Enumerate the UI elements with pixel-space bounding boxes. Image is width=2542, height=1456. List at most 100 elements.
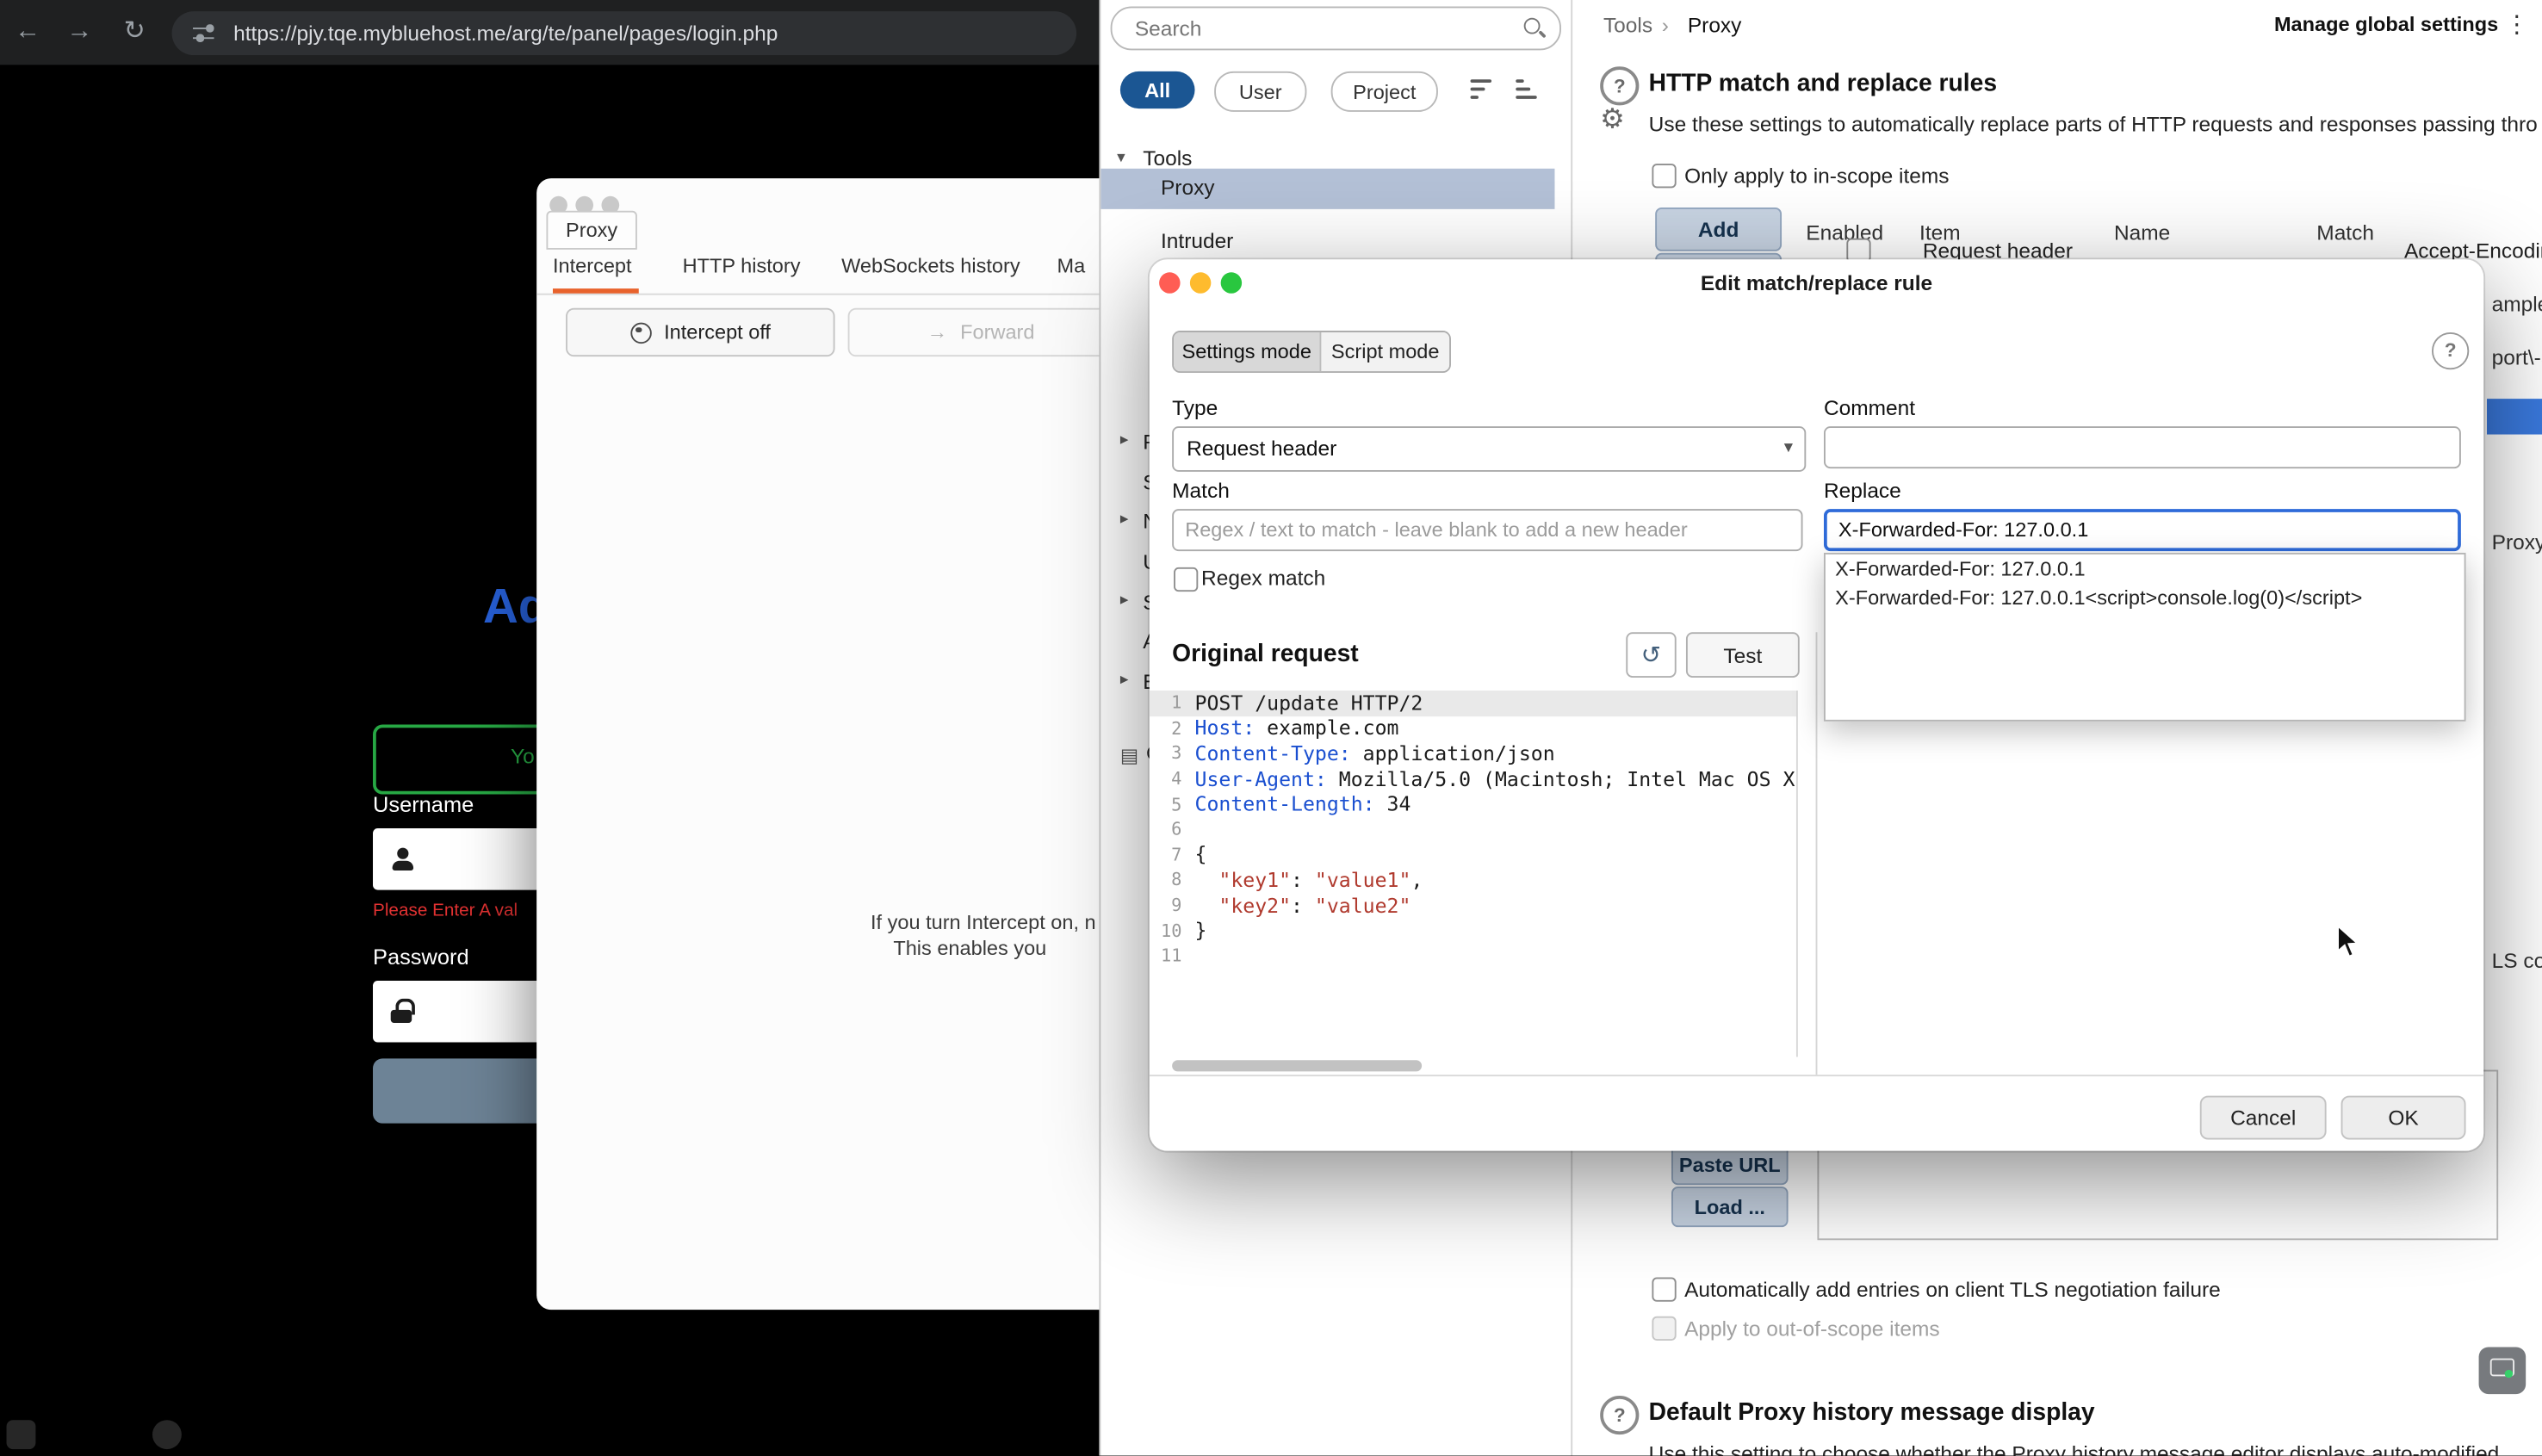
settings-search[interactable] <box>1110 6 1561 51</box>
out-of-scope-checkbox-label: Apply to out-of-scope items <box>1684 1316 1940 1341</box>
intercept-hint-line1: If you turn Intercept on, n <box>870 911 1096 934</box>
forward-icon[interactable]: → <box>62 15 97 50</box>
username-error: Please Enter A val <box>373 901 518 921</box>
type-label: Type <box>1172 395 1218 420</box>
tab-proxy[interactable]: Proxy <box>546 210 637 250</box>
gear-icon: ⚙ <box>1600 103 1625 135</box>
sidebar-group-tools[interactable]: Tools <box>1143 146 1192 170</box>
banner-text: Yo <box>511 744 535 769</box>
forward-arrow-icon: → <box>927 320 948 344</box>
breadcrumb-tools[interactable]: Tools <box>1603 13 1652 37</box>
table-fragment-3: Proxy. <box>2491 530 2542 555</box>
filter-user[interactable]: User <box>1214 71 1307 112</box>
search-input[interactable] <box>1132 11 1511 46</box>
screen: ← → ↻ https://pjy.tqe.mybluehost.me/arg/… <box>0 0 2542 1456</box>
dialog-help-icon[interactable]: ? <box>2431 331 2470 370</box>
back-icon[interactable]: ← <box>9 15 45 50</box>
replace-suggestions-dropdown: X-Forwarded-For: 127.0.0.1 X-Forwarded-Fo… <box>1823 552 2466 722</box>
table-fragment-2: port\-S <box>2491 345 2542 370</box>
filter-all[interactable]: All <box>1119 71 1195 109</box>
section-title-history-display: Default Proxy history message display <box>1648 1398 2095 1427</box>
request-line: 4 User-Agent: Mozilla/5.0 (Macintosh; Int… <box>1171 767 1798 790</box>
reload-icon[interactable]: ↻ <box>117 15 152 50</box>
tab-intercept[interactable]: Intercept <box>553 255 632 277</box>
chevron-down-icon: ▾ <box>1783 437 1794 457</box>
regex-match-checkbox[interactable] <box>1174 567 1199 592</box>
tab-match-partial[interactable]: Ma <box>1057 255 1085 277</box>
match-replace-description: Use these settings to automatically repl… <box>1648 111 2538 137</box>
password-label: Password <box>373 945 469 970</box>
chevron-down-icon[interactable]: ▾ <box>1117 149 1125 167</box>
out-of-scope-checkbox[interactable] <box>1652 1316 1677 1341</box>
edit-match-replace-dialog: Edit match/replace rule Settings mode Sc… <box>1149 259 2484 1151</box>
request-line: 10} <box>1160 919 1207 943</box>
username-label: Username <box>373 792 474 817</box>
intercept-toggle-button[interactable]: Intercept off <box>566 307 835 357</box>
horizontal-scrollbar[interactable] <box>1172 1060 1423 1072</box>
intercept-icon <box>629 321 652 344</box>
dock-icon-1[interactable] <box>6 1420 36 1450</box>
request-line: 11 <box>1160 945 1182 967</box>
intercept-hint-line2: This enables you <box>893 937 1047 960</box>
type-select-value: Request header <box>1187 436 1337 461</box>
request-line: 8 "key1": "value1", <box>1171 869 1423 892</box>
request-line: 7{ <box>1171 843 1207 867</box>
dialog-footer-divider <box>1149 1075 2484 1077</box>
sidebar-item-intruder[interactable]: Intruder <box>1161 228 1233 252</box>
breadcrumb-separator-icon: › <box>1661 13 1669 38</box>
type-select[interactable]: Request header ▾ <box>1172 426 1807 472</box>
add-rule-button[interactable]: Add <box>1655 207 1782 251</box>
selected-row-sliver[interactable] <box>2486 399 2542 435</box>
request-code-area[interactable]: 1 POST /update HTTP/2 2 Host: example.com 3 C… <box>1149 691 1798 1057</box>
column-name[interactable]: Name <box>2114 220 2170 245</box>
kebab-menu-icon[interactable]: ⋮ <box>2505 9 2529 39</box>
tab-script-mode[interactable]: Script mode <box>1319 331 1450 372</box>
replace-suggestion-item[interactable]: X-Forwarded-For: 127.0.0.1 <box>1826 555 2464 584</box>
ok-button[interactable]: OK <box>2340 1095 2466 1140</box>
column-match[interactable]: Match <box>2316 220 2374 245</box>
address-bar[interactable]: https://pjy.tqe.mybluehost.me/arg/te/pan… <box>171 11 1077 56</box>
auto-add-checkbox-label: Automatically add entries on client TLS … <box>1684 1277 2221 1302</box>
request-line: 9 "key2": "value2" <box>1171 894 1411 917</box>
screen-share-icon[interactable] <box>2478 1347 2526 1395</box>
in-scope-checkbox[interactable] <box>1652 164 1677 189</box>
undo-icon: ↺ <box>1640 641 1662 670</box>
replace-input[interactable] <box>1823 509 2461 552</box>
breadcrumb-proxy: Proxy <box>1687 13 1742 38</box>
sidebar-item-proxy-label: Proxy <box>1160 175 1215 200</box>
site-info-icon[interactable] <box>193 22 215 43</box>
tab-websockets-history[interactable]: WebSockets history <box>841 255 1020 277</box>
comment-input[interactable] <box>1823 426 2461 469</box>
replace-label: Replace <box>1823 478 1901 503</box>
intercept-toggle-label: Intercept off <box>664 320 771 344</box>
help-icon-history[interactable]: ? <box>1600 1395 1640 1435</box>
forward-button[interactable]: → Forward <box>847 307 1114 357</box>
help-icon[interactable]: ? <box>1600 66 1640 106</box>
column-enabled[interactable]: Enabled <box>1806 220 1883 245</box>
reset-request-button[interactable]: ↺ <box>1626 632 1677 678</box>
tab-http-history[interactable]: HTTP history <box>683 255 801 277</box>
cancel-button[interactable]: Cancel <box>2199 1095 2327 1140</box>
request-line: 2 Host: example.com <box>1171 716 1399 740</box>
library-icon: ▤ <box>1119 744 1139 767</box>
collapse-all-icon[interactable] <box>1470 77 1498 102</box>
auto-add-checkbox[interactable] <box>1652 1277 1677 1302</box>
tab-settings-mode[interactable]: Settings mode <box>1174 331 1320 372</box>
filter-project[interactable]: Project <box>1330 71 1438 112</box>
replace-suggestion-item[interactable]: X-Forwarded-For: 127.0.0.1<script>consol… <box>1826 584 2464 613</box>
user-icon <box>389 846 415 872</box>
manage-global-settings[interactable]: Manage global settings <box>2274 13 2498 35</box>
test-button[interactable]: Test <box>1685 632 1800 678</box>
comment-label: Comment <box>1823 395 1916 420</box>
expand-all-icon[interactable] <box>1516 77 1543 102</box>
history-display-description: Use this setting to choose whether the P… <box>1648 1441 2500 1456</box>
dock-icon-2[interactable] <box>152 1420 182 1450</box>
dialog-title: Edit match/replace rule <box>1700 270 1933 295</box>
request-line: 3 Content-Type: application/json <box>1171 742 1555 765</box>
mode-segmented-control: Settings mode Script mode <box>1172 331 1451 374</box>
load-button[interactable]: Load ... <box>1671 1186 1789 1228</box>
request-editor[interactable]: 1 POST /update HTTP/2 2 Host: example.com 3 C… <box>1149 691 1816 1057</box>
match-input[interactable] <box>1172 509 1803 552</box>
request-line: 5 Content-Length: 34 <box>1171 792 1411 816</box>
sidebar-item-proxy[interactable]: Proxy <box>1100 168 1555 209</box>
